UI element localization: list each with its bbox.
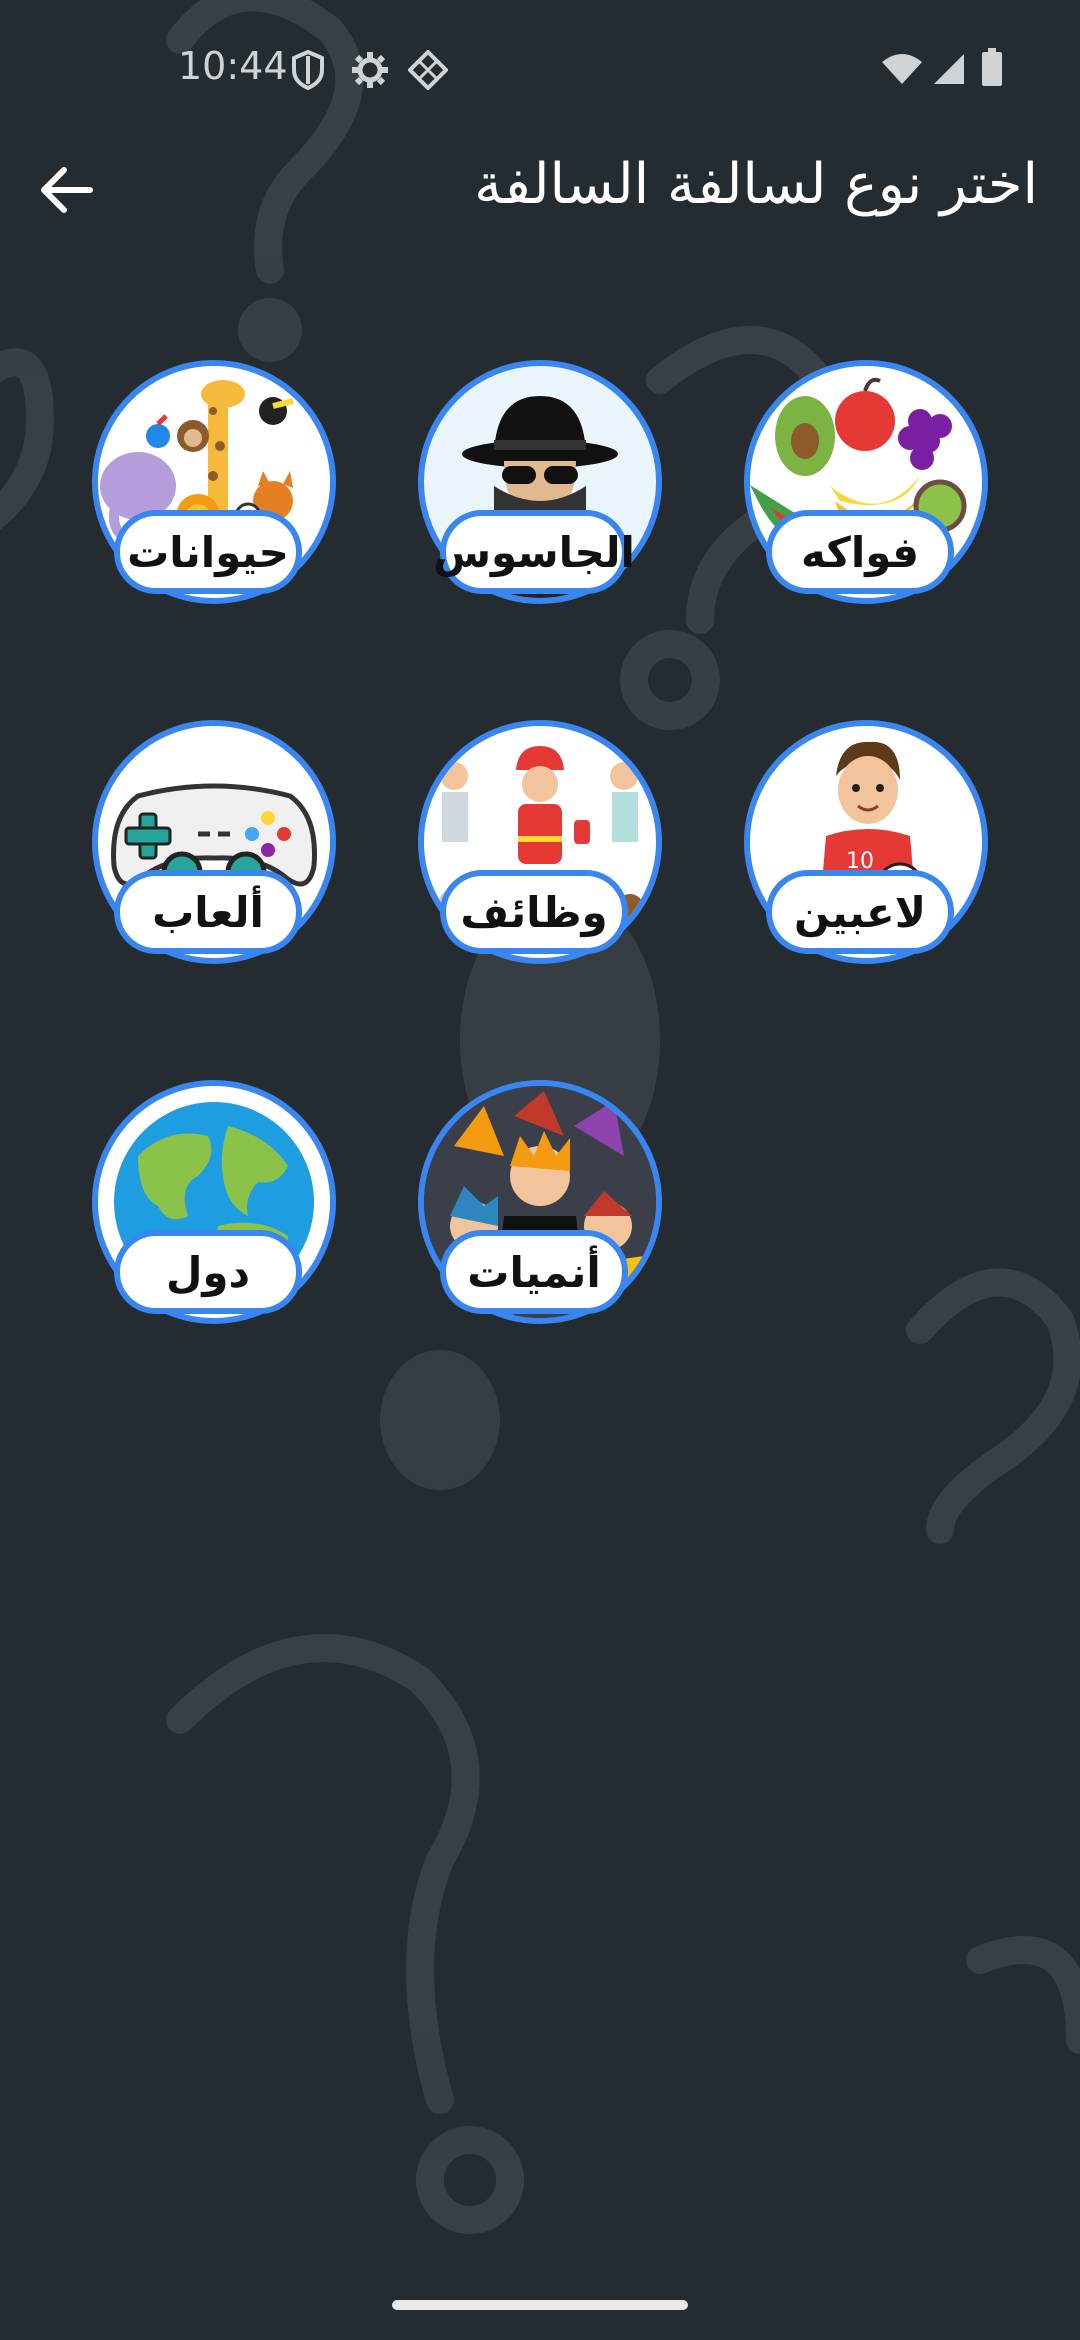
category-tile-animals[interactable]: حيوانات (92, 360, 336, 610)
home-indicator[interactable] (392, 2300, 688, 2310)
category-label: حيوانات (114, 510, 302, 594)
app-bar: اختر نوع لسالفة السالفة (0, 140, 1080, 240)
category-label: وظائف (440, 870, 628, 954)
gear-icon (350, 50, 390, 94)
page-title: اختر نوع لسالفة السالفة (474, 152, 1038, 217)
arrow-left-icon (41, 167, 93, 213)
signal-icon (930, 52, 966, 90)
category-label: الجاسوس (433, 510, 635, 594)
battery-icon (980, 48, 1004, 92)
category-tile-games[interactable]: ألعاب (92, 720, 336, 970)
category-label: فواكه (766, 510, 954, 594)
category-label: دول (114, 1230, 302, 1314)
wifi-icon (880, 52, 924, 90)
back-button[interactable] (30, 154, 102, 226)
category-tile-spy[interactable]: الجاسوس (418, 360, 662, 610)
category-label: لاعبين (766, 870, 954, 954)
category-label: ألعاب (114, 870, 302, 954)
status-bar: 10:44 (0, 0, 1080, 140)
shield-icon (290, 49, 326, 94)
category-label: أنميات (440, 1230, 628, 1314)
status-time: 10:44 (178, 44, 288, 88)
category-tile-fruits[interactable]: فواكه (744, 360, 988, 610)
category-tile-anime[interactable]: أنميات (418, 1080, 662, 1330)
category-tile-players[interactable]: 10 لاعبين (744, 720, 988, 970)
category-tile-countries[interactable]: دول (92, 1080, 336, 1330)
category-tile-jobs[interactable]: وظائف (418, 720, 662, 970)
diamond-grid-icon (407, 49, 449, 94)
